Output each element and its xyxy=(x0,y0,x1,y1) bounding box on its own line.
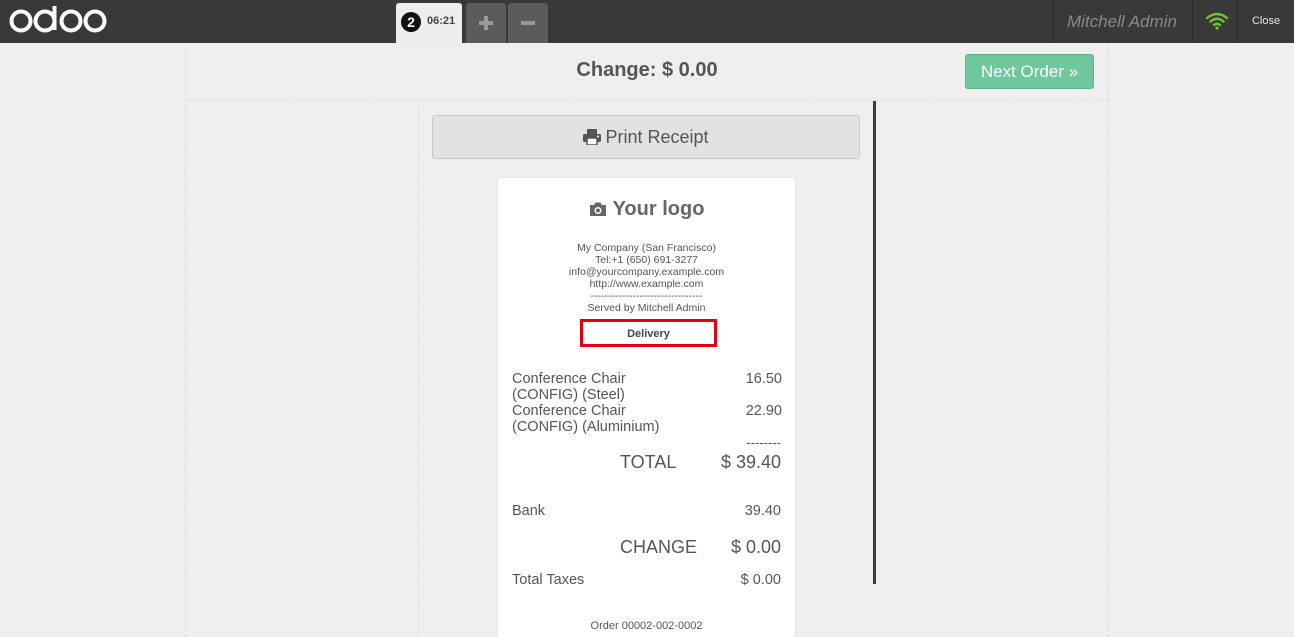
company-website: http://www.example.com xyxy=(589,278,704,290)
receipt-line: Conference Chair (CONFIG) (Aluminium) 22… xyxy=(512,403,782,435)
delivery-label: Delivery xyxy=(627,328,670,340)
print-receipt-button[interactable]: Print Receipt xyxy=(432,115,860,159)
product-price: 22.90 xyxy=(745,403,782,419)
company-email: info@yourcompany.example.com xyxy=(568,266,725,278)
separator-line: -------------------------------- xyxy=(590,290,703,302)
camera-icon xyxy=(589,202,606,216)
change-label: CHANGE xyxy=(620,537,698,557)
company-phone: Tel:+1 (650) 691-3277 xyxy=(594,254,699,266)
change-value: $ 0.00 xyxy=(730,537,781,557)
pos-topbar: 2 06:21 Mitchell Admin Close xyxy=(0,0,1294,43)
print-receipt-label: Print Receipt xyxy=(605,127,709,147)
order-tab[interactable]: 2 06:21 xyxy=(396,3,462,43)
odoo-logo xyxy=(9,4,109,43)
order-time: 06:21 xyxy=(427,15,456,27)
payment-method: Bank xyxy=(512,503,546,519)
scrollbar[interactable] xyxy=(873,101,876,584)
next-order-button[interactable]: Next Order » xyxy=(965,54,1094,89)
company-name: My Company (San Francisco) xyxy=(577,242,716,254)
close-button[interactable]: Close xyxy=(1238,0,1294,43)
order-reference: Order 00002-002-0002 xyxy=(590,620,703,632)
payment-amount: 39.40 xyxy=(744,503,781,519)
total-value: $ 39.40 xyxy=(720,452,781,472)
print-icon xyxy=(583,129,602,146)
taxes-label: Total Taxes xyxy=(512,572,585,588)
add-order-button[interactable] xyxy=(466,3,506,43)
wifi-icon[interactable] xyxy=(1205,12,1229,35)
remove-order-button[interactable] xyxy=(508,3,548,43)
product-price: 16.50 xyxy=(745,371,782,387)
total-label: TOTAL xyxy=(620,452,677,472)
receipt-ticket: Your logo My Company (San Francisco) Tel… xyxy=(497,177,796,637)
receipt-company-info: My Company (San Francisco) Tel:+1 (650) … xyxy=(498,242,795,314)
product-name: Conference Chair (CONFIG) (Steel) xyxy=(512,371,626,403)
receipt-screen-header: Change: $ 0.00 Next Order » xyxy=(186,43,1108,101)
taxes-value: $ 0.00 xyxy=(740,572,781,588)
user-name[interactable]: Mitchell Admin xyxy=(1067,12,1177,32)
receipt-line: Conference Chair (CONFIG) (Steel) 16.50 xyxy=(512,371,782,403)
delivery-highlight-box: Delivery xyxy=(580,319,717,347)
served-by: Served by Mitchell Admin xyxy=(587,302,706,314)
divider xyxy=(1053,0,1054,43)
receipt-logo: Your logo xyxy=(498,198,795,221)
divider xyxy=(1192,0,1193,43)
plus-icon xyxy=(479,16,493,30)
pane-divider xyxy=(418,102,419,637)
order-number-badge: 2 xyxy=(401,12,421,32)
receipt-logo-text: Your logo xyxy=(612,198,705,220)
odoo-logo-icon xyxy=(9,6,107,33)
minus-icon xyxy=(521,21,535,25)
receipt-screen: Change: $ 0.00 Next Order » Print Receip… xyxy=(185,43,1109,637)
product-name: Conference Chair (CONFIG) (Aluminium) xyxy=(512,403,660,435)
total-separator: -------- xyxy=(746,435,781,450)
